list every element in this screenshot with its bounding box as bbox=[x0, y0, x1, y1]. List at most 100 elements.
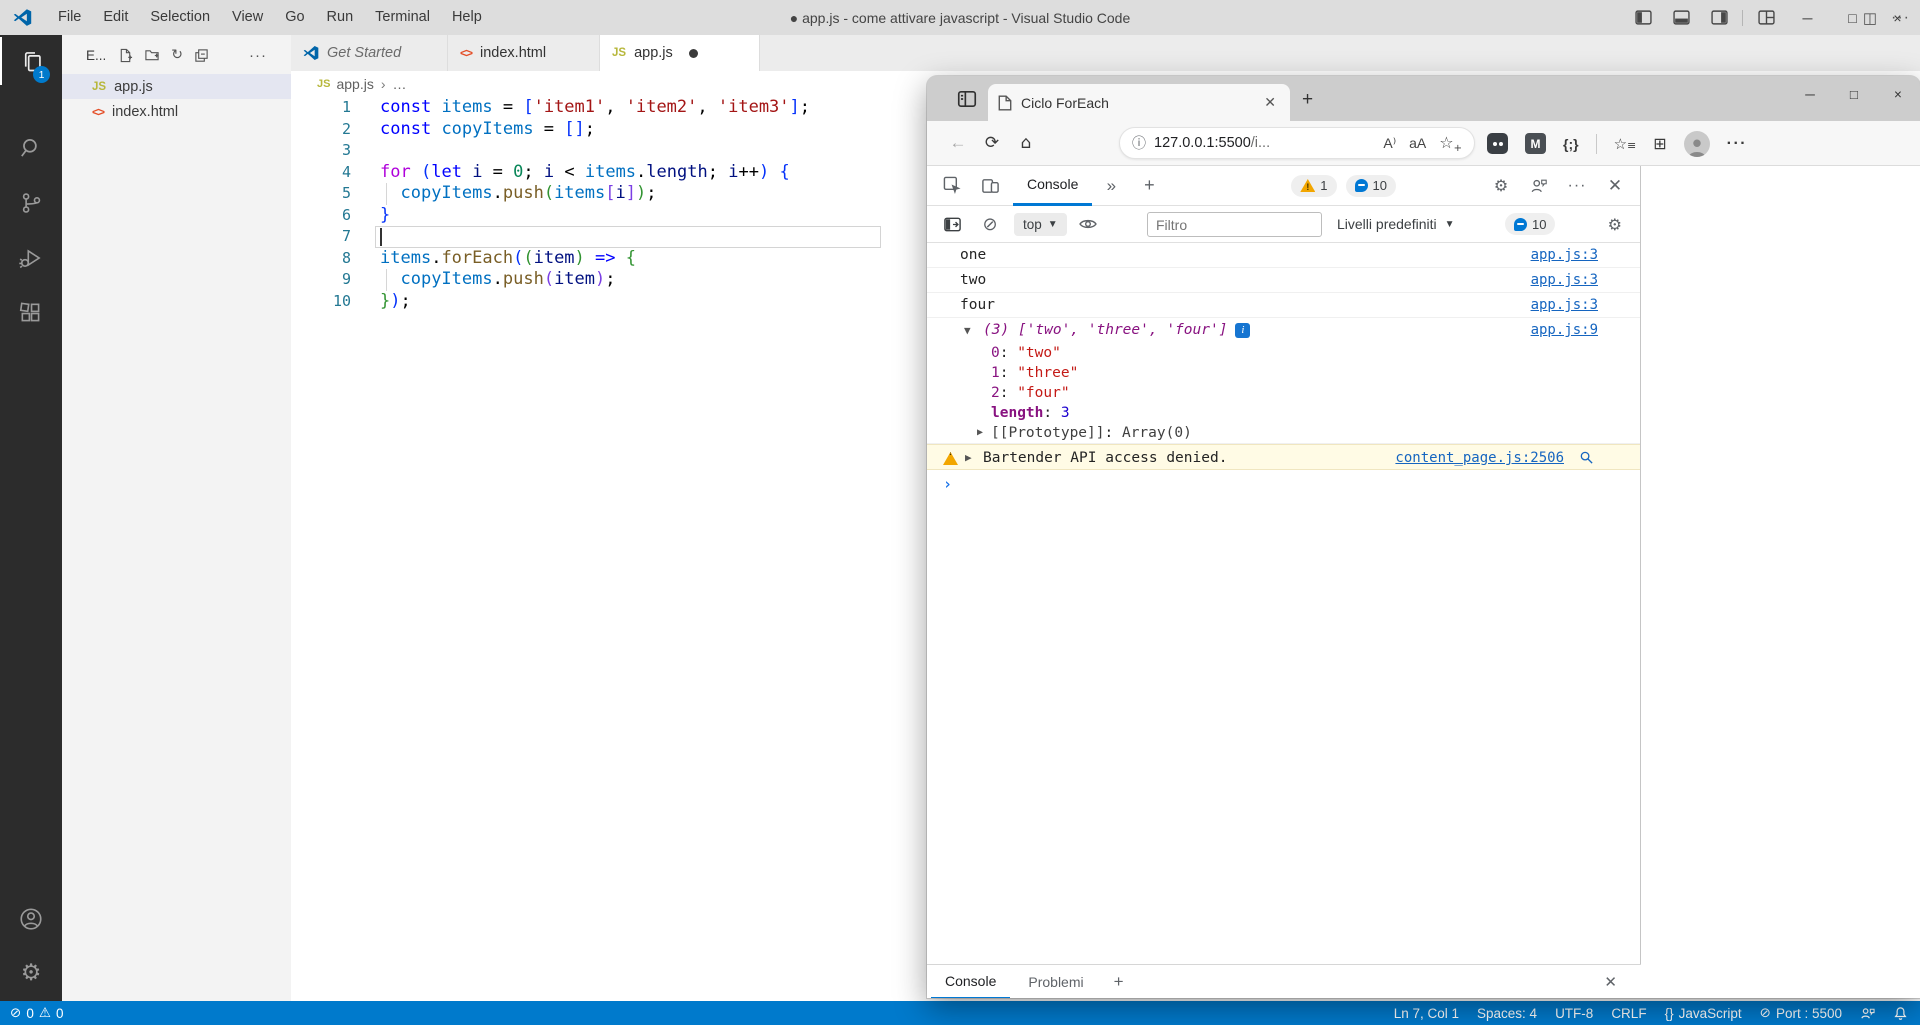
collapse-folders-icon[interactable] bbox=[194, 48, 209, 63]
warnings-badge[interactable]: 1 bbox=[1291, 175, 1336, 197]
notifications-bell-icon[interactable] bbox=[1893, 1006, 1908, 1021]
menu-run[interactable]: Run bbox=[316, 0, 365, 35]
breadcrumb-more[interactable]: … bbox=[393, 76, 407, 92]
editor-more-actions-icon[interactable]: ··· bbox=[1891, 9, 1910, 27]
editor-tab-get-started[interactable]: Get Started bbox=[291, 35, 448, 71]
array-property-row[interactable]: 1: "three" bbox=[927, 363, 1640, 383]
menu-go[interactable]: Go bbox=[274, 0, 315, 35]
menu-view[interactable]: View bbox=[221, 0, 274, 35]
browser-settings-more-icon[interactable]: ··· bbox=[1727, 135, 1747, 153]
filter-messages-badge[interactable]: 10 bbox=[1505, 213, 1555, 235]
messages-badge[interactable]: 10 bbox=[1346, 175, 1396, 197]
browser-close-button[interactable]: × bbox=[1876, 76, 1920, 112]
search-activity-icon[interactable] bbox=[0, 124, 62, 172]
back-icon[interactable]: ← bbox=[941, 133, 975, 153]
browser-tab[interactable]: Ciclo ForEach ✕ bbox=[988, 84, 1290, 121]
live-server-port[interactable]: ⊘ Port : 5500 bbox=[1760, 1005, 1842, 1021]
console-log-row[interactable]: oneapp.js:3 bbox=[927, 243, 1640, 268]
expand-caret-icon[interactable]: ▶ bbox=[965, 445, 972, 471]
language-mode[interactable]: {} JavaScript bbox=[1665, 1006, 1742, 1021]
tab-close-icon[interactable]: ✕ bbox=[1260, 94, 1280, 111]
read-aloud-icon[interactable]: A⁾ bbox=[1383, 135, 1396, 152]
collections-icon[interactable]: ⊞ bbox=[1653, 134, 1666, 153]
array-property-row[interactable]: ▶[[Prototype]]: Array(0) bbox=[927, 423, 1640, 443]
problems-status[interactable]: ⊘ 0 ⚠ 0 bbox=[10, 1005, 63, 1021]
devtools-close-icon[interactable]: ✕ bbox=[1596, 176, 1634, 196]
console-log-row[interactable]: fourapp.js:3 bbox=[927, 293, 1640, 318]
new-tab-button[interactable]: + bbox=[1302, 89, 1313, 111]
explorer-more-actions[interactable]: ··· bbox=[249, 47, 267, 64]
translate-icon[interactable]: aA bbox=[1409, 135, 1426, 151]
refresh-icon[interactable]: ↻ bbox=[171, 47, 183, 63]
source-link[interactable]: app.js:9 bbox=[1531, 318, 1598, 343]
explorer-activity-icon[interactable]: 1 bbox=[0, 37, 62, 85]
settings-gear-icon[interactable]: ⚙ bbox=[0, 949, 62, 997]
array-property-row[interactable]: 0: "two" bbox=[927, 343, 1640, 363]
source-link[interactable]: content_page.js:2506 bbox=[1395, 445, 1564, 471]
home-icon[interactable]: ⌂ bbox=[1009, 133, 1043, 153]
menu-selection[interactable]: Selection bbox=[139, 0, 221, 35]
browser-maximize-button[interactable]: □ bbox=[1832, 76, 1876, 112]
editor-tab-index.html[interactable]: <>index.html bbox=[448, 35, 600, 71]
clear-console-icon[interactable]: ⊘ bbox=[971, 214, 1009, 235]
array-property-row[interactable]: length: 3 bbox=[927, 403, 1640, 423]
address-bar[interactable]: ⓘ 127.0.0.1:5500 /i... A⁾ aA ☆+ bbox=[1119, 127, 1475, 159]
array-property-row[interactable]: 2: "four" bbox=[927, 383, 1640, 403]
extensions-activity-icon[interactable] bbox=[0, 289, 62, 337]
log-levels-selector[interactable]: Livelli predefiniti ▼ bbox=[1337, 216, 1455, 232]
live-expression-eye-icon[interactable] bbox=[1069, 214, 1107, 234]
console-log-row[interactable]: twoapp.js:3 bbox=[927, 268, 1640, 293]
devtools-more-icon[interactable]: ··· bbox=[1558, 177, 1596, 195]
favorites-bar-icon[interactable]: ☆≡ bbox=[1614, 135, 1637, 153]
new-file-icon[interactable] bbox=[118, 48, 133, 63]
browser-minimize-button[interactable]: ─ bbox=[1788, 76, 1832, 112]
account-icon[interactable] bbox=[0, 895, 62, 943]
extension-tampermonkey-icon[interactable] bbox=[1487, 133, 1508, 154]
drawer-add-tab-icon[interactable]: + bbox=[1114, 972, 1124, 992]
devtools-feedback-icon[interactable] bbox=[1520, 177, 1558, 195]
breadcrumb[interactable]: JS app.js › … bbox=[291, 71, 927, 97]
console-warning-row[interactable]: ▶Bartender API access denied.content_pag… bbox=[927, 444, 1640, 470]
site-info-icon[interactable]: ⓘ bbox=[1132, 133, 1146, 153]
modified-dot-icon[interactable] bbox=[689, 49, 698, 58]
cursor-position[interactable]: Ln 7, Col 1 bbox=[1394, 1006, 1459, 1021]
vertical-tabs-button[interactable] bbox=[948, 85, 985, 113]
customize-layout-icon[interactable] bbox=[1747, 0, 1785, 35]
feedback-icon[interactable] bbox=[1860, 1006, 1875, 1021]
new-folder-icon[interactable] bbox=[144, 48, 160, 63]
context-selector[interactable]: top ▼ bbox=[1014, 213, 1067, 236]
drawer-tab-console[interactable]: Console bbox=[931, 965, 1010, 999]
extension-m-icon[interactable]: M bbox=[1525, 133, 1546, 154]
toggle-sidebar-icon[interactable] bbox=[1624, 0, 1662, 35]
reload-icon[interactable]: ⟳ bbox=[975, 133, 1009, 153]
collapse-caret-icon[interactable]: ▼ bbox=[964, 318, 971, 343]
more-tabs-icon[interactable]: » bbox=[1092, 176, 1130, 196]
encoding[interactable]: UTF-8 bbox=[1555, 1006, 1593, 1021]
split-editor-icon[interactable]: ◫ bbox=[1863, 9, 1877, 27]
source-link[interactable]: app.js:3 bbox=[1531, 293, 1598, 318]
console-filter-input[interactable] bbox=[1147, 212, 1322, 237]
eol-sequence[interactable]: CRLF bbox=[1611, 1006, 1646, 1021]
menu-help[interactable]: Help bbox=[441, 0, 493, 35]
device-toolbar-icon[interactable] bbox=[971, 176, 1009, 195]
value-info-icon[interactable]: i bbox=[1235, 323, 1250, 338]
source-link[interactable]: app.js:3 bbox=[1531, 243, 1598, 268]
menu-terminal[interactable]: Terminal bbox=[364, 0, 441, 35]
drawer-close-icon[interactable]: ✕ bbox=[1604, 973, 1617, 991]
toggle-panel-icon[interactable] bbox=[1662, 0, 1700, 35]
file-item-index.html[interactable]: <>index.html bbox=[62, 99, 291, 124]
run-debug-activity-icon[interactable] bbox=[0, 234, 62, 282]
drawer-tab-problems[interactable]: Problemi bbox=[1014, 965, 1097, 999]
breadcrumb-file[interactable]: app.js bbox=[336, 76, 373, 92]
menu-edit[interactable]: Edit bbox=[92, 0, 139, 35]
profile-avatar[interactable] bbox=[1684, 131, 1710, 157]
console-sidebar-icon[interactable] bbox=[933, 215, 971, 234]
console-settings-gear-icon[interactable]: ⚙ bbox=[1608, 215, 1622, 234]
source-link[interactable]: app.js:3 bbox=[1531, 268, 1598, 293]
devtools-settings-gear-icon[interactable]: ⚙ bbox=[1482, 176, 1520, 195]
editor-tab-app.js[interactable]: JSapp.js bbox=[600, 35, 760, 71]
toggle-secondary-sidebar-icon[interactable] bbox=[1700, 0, 1738, 35]
vscode-minimize-button[interactable]: ─ bbox=[1785, 0, 1830, 35]
folder-section-label[interactable]: E... bbox=[86, 48, 106, 63]
extension-curly-icon[interactable]: {;} bbox=[1563, 136, 1579, 152]
